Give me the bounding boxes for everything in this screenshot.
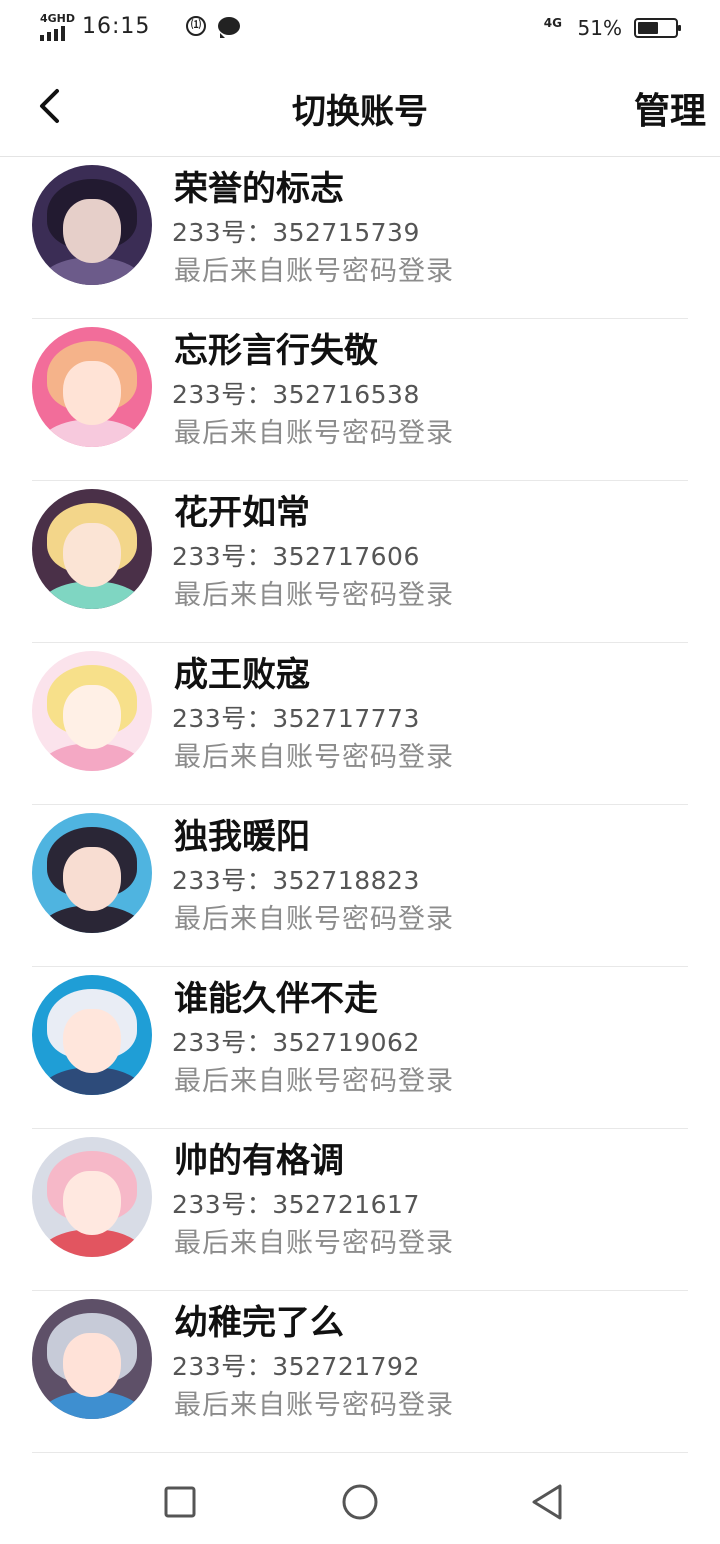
chat-notification-icon (218, 17, 240, 38)
account-id: 233号：352715739 (172, 218, 420, 247)
avatar (32, 975, 152, 1095)
circle-icon (342, 1484, 378, 1520)
login-method: 最后来自账号密码登录 (174, 1066, 454, 1097)
account-list-item[interactable]: 忘形言行失敬 233号：352716538 最后来自账号密码登录 (32, 319, 688, 481)
battery-percent: 51% (577, 16, 622, 40)
avatar-face (63, 199, 121, 263)
avatar-face (63, 1009, 121, 1073)
avatar-face (63, 847, 121, 911)
account-id: 233号：352719062 (172, 1028, 420, 1057)
network-type: 4GHD (40, 12, 76, 25)
account-name: 荣誉的标志 (174, 169, 344, 209)
triangle-back-icon (532, 1484, 562, 1520)
account-id: 233号：352721617 (172, 1190, 420, 1219)
notification-badge-icon: ⑴ (186, 16, 206, 36)
avatar (32, 1299, 152, 1419)
recent-apps-button[interactable] (160, 1482, 200, 1522)
account-list-item[interactable]: 谁能久伴不走 233号：352719062 最后来自账号密码登录 (32, 967, 688, 1129)
login-method: 最后来自账号密码登录 (174, 580, 454, 611)
avatar (32, 165, 152, 285)
app-header: 切换账号 管理 (0, 56, 720, 157)
battery-icon (634, 18, 681, 38)
avatar-face (63, 685, 121, 749)
account-list-item[interactable]: 花开如常 233号：352717606 最后来自账号密码登录 (32, 481, 688, 643)
avatar (32, 327, 152, 447)
avatar (32, 813, 152, 933)
account-list-item[interactable]: 荣誉的标志 233号：352715739 最后来自账号密码登录 (32, 157, 688, 319)
account-id: 233号：352721792 (172, 1352, 420, 1381)
login-method: 最后来自账号密码登录 (174, 742, 454, 773)
account-name: 独我暖阳 (174, 817, 310, 857)
avatar-face (63, 361, 121, 425)
account-list: 荣誉的标志 233号：352715739 最后来自账号密码登录 忘形言行失敬 233号：… (0, 157, 720, 1460)
account-name: 谁能久伴不走 (174, 979, 378, 1019)
account-id: 233号：352717773 (172, 704, 420, 733)
avatar (32, 1137, 152, 1257)
clock: 16:15 (82, 14, 151, 39)
account-list-item[interactable]: 成王败寇 233号：352717773 最后来自账号密码登录 (32, 643, 688, 805)
account-name: 成王败寇 (174, 655, 310, 695)
login-method: 最后来自账号密码登录 (174, 1228, 454, 1259)
login-method: 最后来自账号密码登录 (174, 418, 454, 449)
account-list-item[interactable]: 帅的有格调 233号：352721617 最后来自账号密码登录 (32, 1129, 688, 1291)
avatar-face (63, 1333, 121, 1397)
signal-icon (40, 26, 65, 41)
account-name: 幼稚完了么 (174, 1303, 344, 1343)
system-nav-bar (0, 1460, 720, 1544)
login-method: 最后来自账号密码登录 (174, 1390, 454, 1421)
avatar-face (63, 523, 121, 587)
avatar-face (63, 1171, 121, 1235)
status-bar: 4GHD 16:15 ⑴ 4G 51% (0, 0, 720, 56)
account-list-item[interactable]: 独我暖阳 233号：352718823 最后来自账号密码登录 (32, 805, 688, 967)
account-name: 帅的有格调 (174, 1141, 344, 1181)
account-name: 花开如常 (174, 493, 310, 533)
login-method: 最后来自账号密码登录 (174, 904, 454, 935)
home-button[interactable] (340, 1482, 380, 1522)
account-id: 233号：352718823 (172, 866, 420, 895)
manage-button[interactable]: 管理 (634, 82, 706, 134)
page-title: 切换账号 (292, 92, 428, 132)
account-name: 忘形言行失敬 (174, 331, 378, 371)
back-nav-button[interactable] (528, 1482, 568, 1522)
avatar (32, 489, 152, 609)
login-method: 最后来自账号密码登录 (174, 256, 454, 287)
square-icon (164, 1486, 196, 1518)
account-list-item[interactable]: 幼稚完了么 233号：352721792 最后来自账号密码登录 (32, 1291, 688, 1453)
mobile-data-indicator: 4G (543, 16, 562, 30)
avatar (32, 651, 152, 771)
account-id: 233号：352717606 (172, 542, 420, 571)
account-id: 233号：352716538 (172, 380, 420, 409)
